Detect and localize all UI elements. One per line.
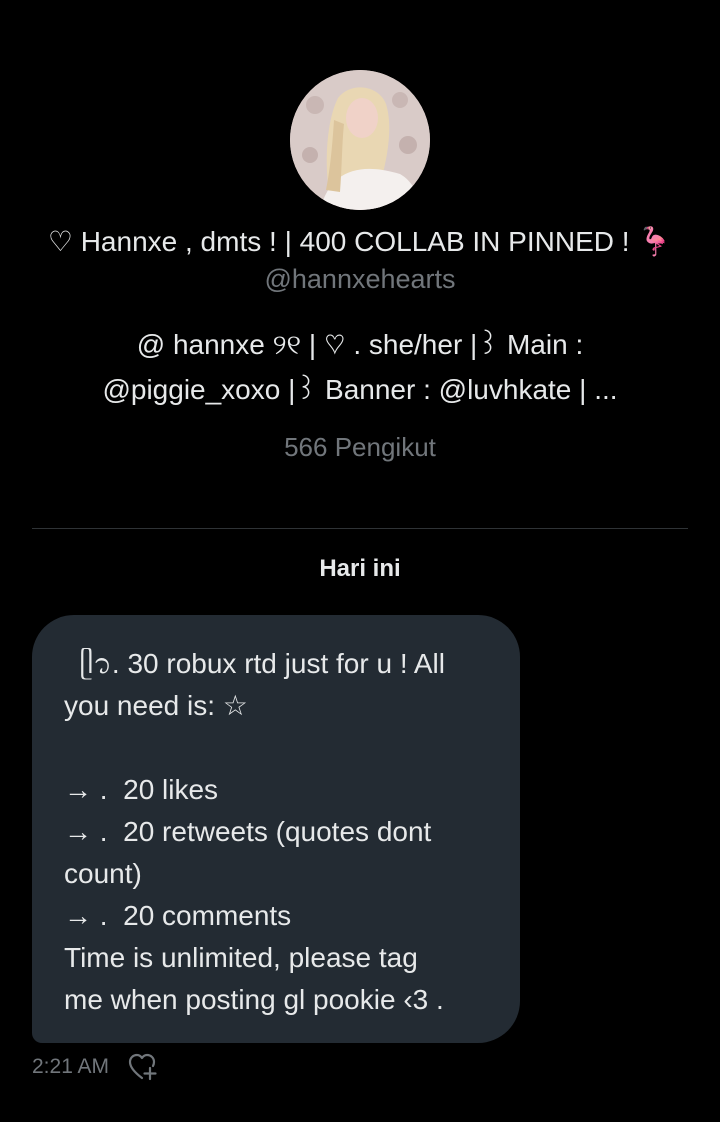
profile-bio: @ hannxe ୨୧ | ♡ . she/her |꒱ Main : @pig… <box>60 322 660 412</box>
display-name[interactable]: ♡ Hannxe , dmts ! | 400 COLLAB IN PINNED… <box>0 222 720 262</box>
message-line: Time is unlimited, please tag <box>64 942 418 973</box>
bio-line: @piggie_xoxo |꒱ Banner : @luvhkate | ... <box>102 374 618 405</box>
avatar[interactable] <box>290 70 430 210</box>
date-separator: Hari ini <box>319 555 401 582</box>
message-line: → . 20 likes <box>64 774 219 805</box>
message-line: me when posting gl pookie ‹3 . <box>64 984 444 1015</box>
message-line: ᥫ᭡. 30 robux rtd just for u ! All <box>64 648 445 679</box>
message-timestamp: 2:21 AM <box>32 1055 110 1078</box>
heart-plus-icon <box>128 1053 157 1081</box>
message-line: → . 20 retweets (quotes dont <box>64 816 432 847</box>
username-handle[interactable]: @hannxehearts <box>0 262 720 296</box>
message-line: → . 20 comments <box>64 900 292 931</box>
message-line: count) <box>64 858 142 889</box>
message-line: you need is: ☆ <box>64 690 248 721</box>
message-bubble[interactable]: ᥫ᭡. 30 robux rtd just for u ! All you ne… <box>32 615 520 1043</box>
bio-line: @ hannxe ୨୧ | ♡ . she/her |꒱ Main : <box>136 329 584 360</box>
divider <box>32 528 688 529</box>
message-meta: 2:21 AM <box>32 1050 159 1084</box>
add-reaction-heart-icon[interactable] <box>127 1051 159 1083</box>
followers-count[interactable]: 566 Pengikut <box>0 430 720 464</box>
avatar-photo <box>290 70 430 210</box>
